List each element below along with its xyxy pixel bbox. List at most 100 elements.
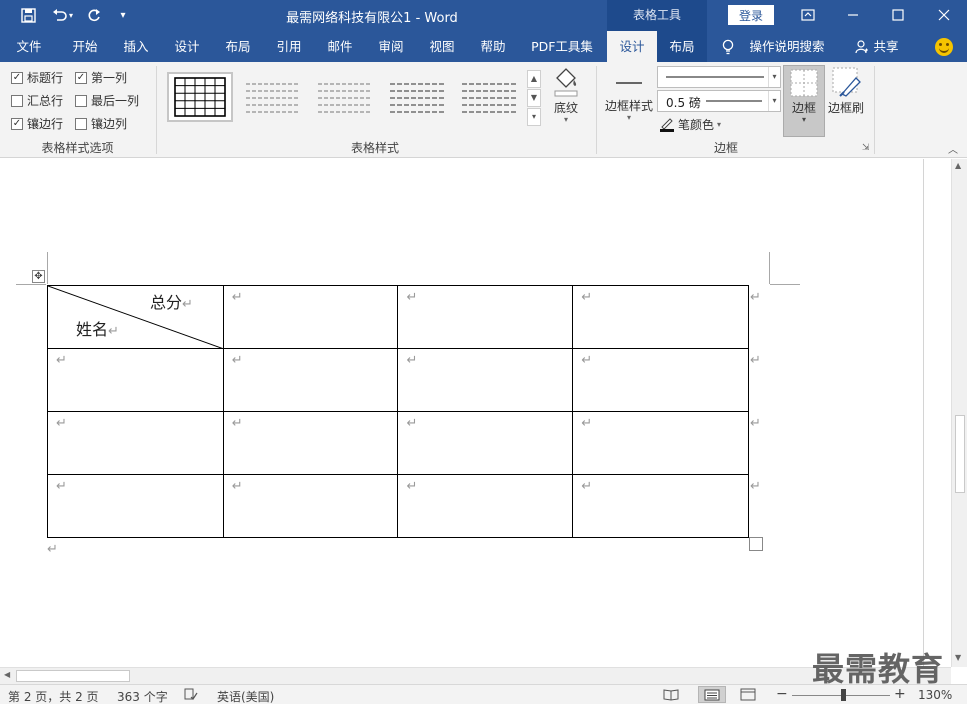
vertical-scrollbar[interactable]: ▲ ▼	[951, 159, 967, 667]
vertical-scroll-thumb[interactable]	[955, 415, 965, 493]
chevron-down-icon: ▾	[768, 91, 780, 111]
close-icon[interactable]	[931, 3, 957, 27]
table-style-plain-1[interactable]	[240, 72, 306, 122]
paragraph-end-mark: ↵	[47, 542, 58, 557]
line-style-dropdown[interactable]: ▾	[657, 66, 781, 88]
borders-button[interactable]: 边框 ▾	[783, 65, 825, 137]
table-cell[interactable]: ↵	[47, 411, 224, 475]
undo-dropdown-icon[interactable]: ▾	[66, 5, 76, 25]
tell-me-search[interactable]: 操作说明搜索	[744, 31, 830, 62]
zoom-level[interactable]: 130%	[918, 688, 952, 702]
checkbox-total-row[interactable]: 汇总行	[11, 92, 63, 109]
table-cell[interactable]: ↵	[47, 474, 224, 538]
page[interactable]: ✥ 总分↵ 姓名↵ ↵ ↵ ↵ ↵ ↵ ↵ ↵ ↵ ↵ ↵ ↵ ↵ ↵ ↵ ↵ …	[0, 159, 924, 667]
tab-help[interactable]: 帮助	[468, 31, 518, 62]
border-painter-button[interactable]: 边框刷	[826, 66, 866, 115]
tab-insert[interactable]: 插入	[111, 31, 161, 62]
checkbox-banded-columns[interactable]: 镶边列	[75, 115, 127, 132]
diagonal-header-cell[interactable]: 总分↵ 姓名↵	[47, 285, 224, 349]
checkbox-box: ✓	[11, 71, 23, 84]
tab-table-design[interactable]: 设计	[607, 31, 657, 62]
tab-file[interactable]: 文件	[4, 31, 54, 62]
proofing-icon[interactable]	[184, 688, 198, 704]
maximize-icon[interactable]	[885, 3, 911, 27]
share-person-icon[interactable]	[855, 40, 869, 57]
table-cell[interactable]: ↵	[222, 285, 399, 349]
row-end-mark: ↵	[750, 353, 761, 368]
table-cell[interactable]: ↵	[572, 348, 749, 412]
table-cell[interactable]: ↵	[397, 348, 574, 412]
table-cell[interactable]: ↵	[47, 348, 224, 412]
table-style-plain-2[interactable]	[312, 72, 378, 122]
customize-toolbar-icon[interactable]: ▾	[112, 5, 134, 25]
zoom-slider-thumb[interactable]	[841, 689, 846, 701]
checkbox-last-column[interactable]: 最后一列	[75, 92, 139, 109]
horizontal-scroll-thumb[interactable]	[16, 670, 130, 682]
document-area[interactable]: ✥ 总分↵ 姓名↵ ↵ ↵ ↵ ↵ ↵ ↵ ↵ ↵ ↵ ↵ ↵ ↵ ↵ ↵ ↵ …	[0, 159, 951, 667]
checkbox-banded-rows[interactable]: ✓ 镶边行	[11, 115, 63, 132]
crop-mark	[770, 284, 800, 285]
chevron-down-icon: ▾	[563, 115, 568, 124]
table-cell[interactable]: ↵	[222, 474, 399, 538]
table-cell[interactable]: ↵	[572, 411, 749, 475]
horizontal-scrollbar[interactable]: ◀	[0, 667, 951, 684]
chevron-down-icon: ▾	[717, 119, 722, 129]
table-style-plain-3[interactable]	[384, 72, 450, 122]
table-cell[interactable]: ↵	[572, 285, 749, 349]
tab-review[interactable]: 审阅	[366, 31, 416, 62]
print-layout-icon[interactable]	[698, 686, 726, 703]
table-style-grid[interactable]	[167, 72, 233, 122]
dialog-launcher-icon[interactable]: ⇲	[862, 143, 870, 153]
collapse-ribbon-icon[interactable]: ︿	[948, 141, 958, 156]
table-cell[interactable]: ↵	[397, 474, 574, 538]
tab-design[interactable]: 设计	[162, 31, 212, 62]
tab-layout[interactable]: 布局	[213, 31, 263, 62]
border-styles-button[interactable]: 边框样式 ▾	[602, 66, 656, 122]
tab-pdf-tools[interactable]: PDF工具集	[522, 31, 602, 62]
gallery-scroll-up-icon[interactable]: ▲	[527, 70, 541, 88]
gallery-scroll-down-icon[interactable]: ▼	[527, 89, 541, 107]
checkbox-first-column[interactable]: ✓ 第一列	[75, 69, 127, 86]
tab-view[interactable]: 视图	[417, 31, 467, 62]
share-button[interactable]: 共享	[871, 31, 901, 62]
table-cell[interactable]: ↵	[222, 348, 399, 412]
group-label-table-styles: 表格样式	[350, 141, 399, 155]
table-cell[interactable]: ↵	[222, 411, 399, 475]
table-resize-handle[interactable]	[749, 537, 763, 551]
document-table[interactable]: 总分↵ 姓名↵ ↵ ↵ ↵ ↵ ↵ ↵ ↵ ↵ ↵ ↵ ↵ ↵ ↵ ↵ ↵	[47, 285, 749, 538]
minimize-icon[interactable]	[840, 3, 866, 27]
scroll-left-icon[interactable]: ◀	[4, 670, 10, 679]
pen-weight-dropdown[interactable]: 0.5 磅 ▾	[657, 90, 781, 112]
group-separator	[596, 66, 597, 154]
table-cell[interactable]: ↵	[397, 285, 574, 349]
word-count[interactable]: 363 个字	[117, 688, 168, 704]
table-style-plain-4[interactable]	[456, 72, 522, 122]
scroll-up-icon[interactable]: ▲	[955, 161, 961, 170]
table-move-handle-icon[interactable]: ✥	[32, 270, 45, 283]
checkbox-header-row[interactable]: ✓ 标题行	[11, 69, 63, 86]
table-cell[interactable]: ↵	[572, 474, 749, 538]
shading-button[interactable]: 底纹 ▾	[546, 66, 586, 124]
chevron-down-icon: ▾	[768, 67, 780, 87]
smiley-feedback-icon[interactable]	[935, 38, 953, 56]
tab-mailings[interactable]: 邮件	[315, 31, 365, 62]
lightbulb-icon[interactable]	[722, 39, 734, 58]
checkbox-box	[11, 94, 23, 107]
pen-color-button[interactable]: 笔颜色 ▾	[659, 115, 721, 133]
web-layout-icon[interactable]	[740, 688, 756, 704]
redo-icon[interactable]	[83, 5, 105, 25]
login-button[interactable]: 登录	[728, 5, 774, 25]
read-mode-icon[interactable]	[663, 688, 679, 704]
ribbon-display-options-icon[interactable]	[795, 3, 821, 27]
table-cell[interactable]: ↵	[397, 411, 574, 475]
scroll-down-icon[interactable]: ▼	[955, 653, 961, 662]
save-icon[interactable]	[17, 5, 39, 25]
language-indicator[interactable]: 英语(美国)	[217, 688, 274, 704]
gallery-more-icon[interactable]: ▾	[527, 108, 541, 126]
page-indicator[interactable]: 第 2 页，共 2 页	[8, 688, 99, 704]
zoom-out-icon[interactable]: −	[776, 686, 788, 702]
tab-home[interactable]: 开始	[60, 31, 110, 62]
tab-table-layout[interactable]: 布局	[657, 31, 707, 62]
checkbox-box: ✓	[75, 71, 87, 84]
tab-references[interactable]: 引用	[264, 31, 314, 62]
